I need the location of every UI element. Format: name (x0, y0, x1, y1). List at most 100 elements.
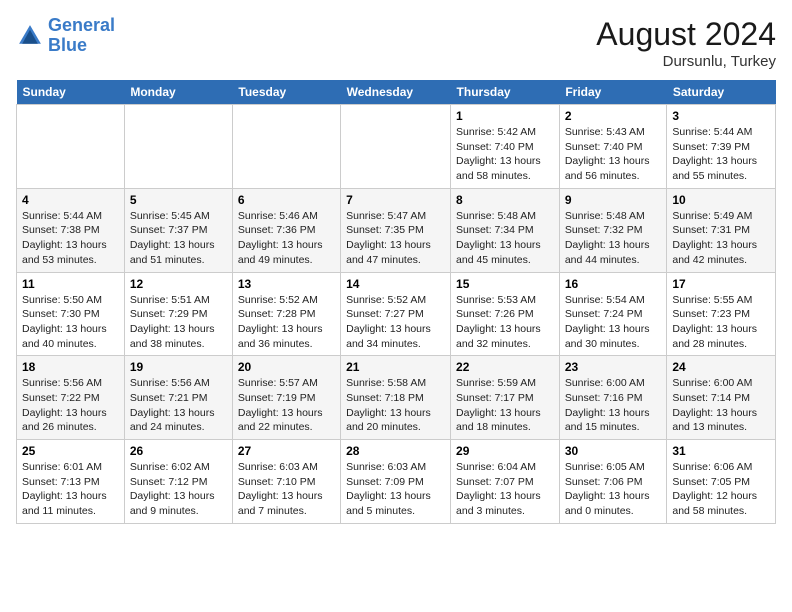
day-info: Sunrise: 5:47 AM Sunset: 7:35 PM Dayligh… (346, 209, 445, 268)
calendar-cell-27: 23Sunrise: 6:00 AM Sunset: 7:16 PM Dayli… (559, 356, 667, 440)
week-row-2: 4 Sunrise: 5:44 AM Sunset: 7:38 PM Daylig… (17, 188, 776, 272)
calendar-cell-25: 21Sunrise: 5:58 AM Sunset: 7:18 PM Dayli… (341, 356, 451, 440)
calendar-cell-7: 3Sunrise: 5:44 AM Sunset: 7:39 PM Daylig… (667, 105, 776, 189)
day-number: 26 (130, 444, 227, 458)
day-number: 23 (565, 360, 662, 374)
calendar-cell-32: 28 Sunrise: 6:03 AM Sunset: 7:09 PM Dayli… (341, 440, 451, 524)
day-info: Sunrise: 6:06 AM Sunset: 7:05 PM Dayligh… (672, 460, 770, 519)
day-info: Sunrise: 5:48 AM Sunset: 7:32 PM Dayligh… (565, 209, 662, 268)
day-number: 28 (346, 444, 445, 458)
day-number: 25 (22, 444, 119, 458)
day-info: Sunrise: 5:44 AM Sunset: 7:39 PM Dayligh… (672, 125, 770, 184)
month-year-title: August 2024 (596, 16, 776, 53)
day-number: 17 (672, 277, 770, 291)
day-number: 29 (456, 444, 554, 458)
weekday-header-saturday: Saturday (667, 80, 776, 105)
calendar-cell-16: 12 Sunrise: 5:51 AM Sunset: 7:29 PM Dayli… (124, 272, 232, 356)
day-number: 30 (565, 444, 662, 458)
day-number: 20 (238, 360, 335, 374)
day-number: 10 (672, 193, 770, 207)
calendar-cell-31: 27 Sunrise: 6:03 AM Sunset: 7:10 PM Dayli… (232, 440, 340, 524)
day-info: Sunrise: 5:50 AM Sunset: 7:30 PM Dayligh… (22, 293, 119, 352)
calendar-cell-4 (341, 105, 451, 189)
logo: General Blue (16, 16, 115, 56)
day-info: Sunrise: 6:03 AM Sunset: 7:10 PM Dayligh… (238, 460, 335, 519)
day-info: Sunrise: 5:56 AM Sunset: 7:21 PM Dayligh… (130, 376, 227, 435)
calendar-header: SundayMondayTuesdayWednesdayThursdayFrid… (17, 80, 776, 105)
day-info: Sunrise: 6:02 AM Sunset: 7:12 PM Dayligh… (130, 460, 227, 519)
day-number: 27 (238, 444, 335, 458)
calendar-cell-18: 14 Sunrise: 5:52 AM Sunset: 7:27 PM Dayli… (341, 272, 451, 356)
calendar-cell-23: 19 Sunrise: 5:56 AM Sunset: 7:21 PM Dayli… (124, 356, 232, 440)
day-info: Sunrise: 5:49 AM Sunset: 7:31 PM Dayligh… (672, 209, 770, 268)
calendar-cell-28: 24 Sunrise: 6:00 AM Sunset: 7:14 PM Dayli… (667, 356, 776, 440)
day-info: Sunrise: 6:05 AM Sunset: 7:06 PM Dayligh… (565, 460, 662, 519)
calendar-cell-11: 7 Sunrise: 5:47 AM Sunset: 7:35 PM Daylig… (341, 188, 451, 272)
day-number: 15 (456, 277, 554, 291)
calendar-cell-1 (17, 105, 125, 189)
logo-text: General Blue (48, 16, 115, 56)
day-info: Sunrise: 5:46 AM Sunset: 7:36 PM Dayligh… (238, 209, 335, 268)
day-number: 31 (672, 444, 770, 458)
day-info: Sunrise: 6:00 AM Sunset: 7:14 PM Dayligh… (672, 376, 770, 435)
calendar-cell-13: 9 Sunrise: 5:48 AM Sunset: 7:32 PM Daylig… (559, 188, 667, 272)
day-info: Sunrise: 6:04 AM Sunset: 7:07 PM Dayligh… (456, 460, 554, 519)
day-info: Sunrise: 5:52 AM Sunset: 7:28 PM Dayligh… (238, 293, 335, 352)
calendar-cell-3 (232, 105, 340, 189)
day-number: 1 (456, 109, 554, 123)
page-header: General Blue August 2024 Dursunlu, Turke… (16, 16, 776, 70)
calendar-cell-10: 6 Sunrise: 5:46 AM Sunset: 7:36 PM Daylig… (232, 188, 340, 272)
day-number: 11 (22, 277, 119, 291)
day-info: Sunrise: 5:51 AM Sunset: 7:29 PM Dayligh… (130, 293, 227, 352)
day-number: 12 (130, 277, 227, 291)
week-row-3: 11 Sunrise: 5:50 AM Sunset: 7:30 PM Dayli… (17, 272, 776, 356)
day-number: 18 (22, 360, 119, 374)
day-number: 2 (565, 109, 662, 123)
calendar-table: SundayMondayTuesdayWednesdayThursdayFrid… (16, 80, 776, 524)
calendar-cell-34: 30 Sunrise: 6:05 AM Sunset: 7:06 PM Dayli… (559, 440, 667, 524)
day-number: 9 (565, 193, 662, 207)
calendar-cell-35: 31 Sunrise: 6:06 AM Sunset: 7:05 PM Dayli… (667, 440, 776, 524)
week-row-5: 25 Sunrise: 6:01 AM Sunset: 7:13 PM Dayli… (17, 440, 776, 524)
calendar-cell-33: 29 Sunrise: 6:04 AM Sunset: 7:07 PM Dayli… (451, 440, 560, 524)
day-info: Sunrise: 5:48 AM Sunset: 7:34 PM Dayligh… (456, 209, 554, 268)
day-info: Sunrise: 5:44 AM Sunset: 7:38 PM Dayligh… (22, 209, 119, 268)
day-info: Sunrise: 5:45 AM Sunset: 7:37 PM Dayligh… (130, 209, 227, 268)
calendar-cell-14: 10 Sunrise: 5:49 AM Sunset: 7:31 PM Dayli… (667, 188, 776, 272)
day-number: 5 (130, 193, 227, 207)
day-info: Sunrise: 5:42 AM Sunset: 7:40 PM Dayligh… (456, 125, 554, 184)
day-info: Sunrise: 5:52 AM Sunset: 7:27 PM Dayligh… (346, 293, 445, 352)
calendar-cell-26: 22 Sunrise: 5:59 AM Sunset: 7:17 PM Dayli… (451, 356, 560, 440)
day-number: 4 (22, 193, 119, 207)
day-info: Sunrise: 6:03 AM Sunset: 7:09 PM Dayligh… (346, 460, 445, 519)
weekday-header-monday: Monday (124, 80, 232, 105)
day-number: 14 (346, 277, 445, 291)
weekday-header-friday: Friday (559, 80, 667, 105)
calendar-cell-9: 5 Sunrise: 5:45 AM Sunset: 7:37 PM Daylig… (124, 188, 232, 272)
day-info: Sunrise: 5:56 AM Sunset: 7:22 PM Dayligh… (22, 376, 119, 435)
day-info: Sunrise: 5:58 AM Sunset: 7:18 PM Dayligh… (346, 376, 445, 435)
calendar-cell-12: 8 Sunrise: 5:48 AM Sunset: 7:34 PM Daylig… (451, 188, 560, 272)
day-number: 19 (130, 360, 227, 374)
week-row-1: 1 Sunrise: 5:42 AM Sunset: 7:40 PM Daylig… (17, 105, 776, 189)
day-info: Sunrise: 5:43 AM Sunset: 7:40 PM Dayligh… (565, 125, 662, 184)
calendar-body: 1 Sunrise: 5:42 AM Sunset: 7:40 PM Daylig… (17, 105, 776, 524)
weekday-header-sunday: Sunday (17, 80, 125, 105)
weekday-header-wednesday: Wednesday (341, 80, 451, 105)
day-number: 13 (238, 277, 335, 291)
calendar-cell-8: 4 Sunrise: 5:44 AM Sunset: 7:38 PM Daylig… (17, 188, 125, 272)
day-number: 22 (456, 360, 554, 374)
weekday-header-tuesday: Tuesday (232, 80, 340, 105)
day-info: Sunrise: 6:01 AM Sunset: 7:13 PM Dayligh… (22, 460, 119, 519)
calendar-cell-17: 13 Sunrise: 5:52 AM Sunset: 7:28 PM Dayli… (232, 272, 340, 356)
day-number: 16 (565, 277, 662, 291)
calendar-cell-30: 26 Sunrise: 6:02 AM Sunset: 7:12 PM Dayli… (124, 440, 232, 524)
day-number: 8 (456, 193, 554, 207)
day-number: 6 (238, 193, 335, 207)
day-info: Sunrise: 5:54 AM Sunset: 7:24 PM Dayligh… (565, 293, 662, 352)
day-info: Sunrise: 5:59 AM Sunset: 7:17 PM Dayligh… (456, 376, 554, 435)
day-number: 24 (672, 360, 770, 374)
day-info: Sunrise: 5:55 AM Sunset: 7:23 PM Dayligh… (672, 293, 770, 352)
calendar-cell-15: 11 Sunrise: 5:50 AM Sunset: 7:30 PM Dayli… (17, 272, 125, 356)
day-number: 7 (346, 193, 445, 207)
